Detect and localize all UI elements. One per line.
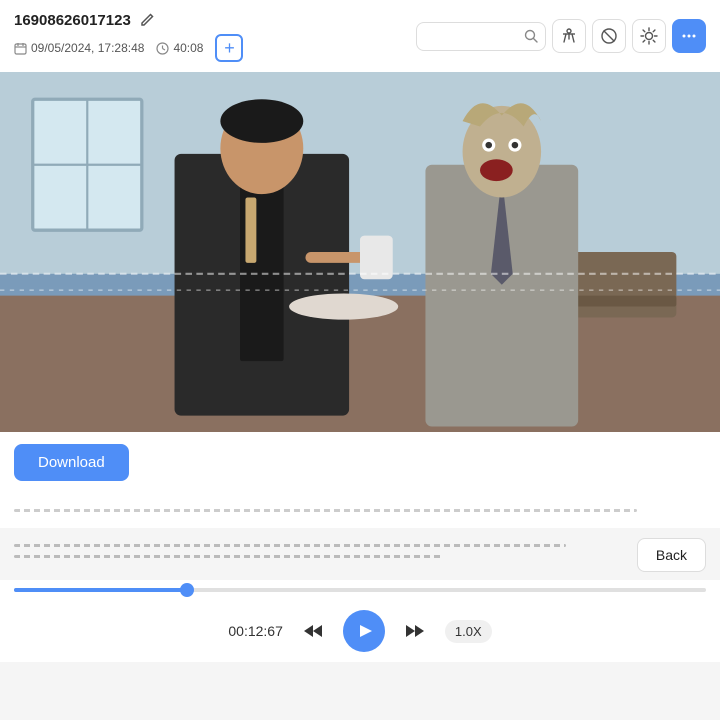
duration-meta: 40:08 [156,41,203,55]
header-left: 16908626017123 [14,10,243,30]
play-icon [354,621,374,641]
redacted-line-1 [14,509,637,512]
rewind-button[interactable] [301,619,325,643]
content-area: Download Back 00:12:67 [0,72,720,720]
progress-section [0,580,720,600]
header-right [416,19,706,53]
video-scene [0,72,720,432]
redacted-line-3 [14,555,443,558]
redacted-section-1 [0,493,720,528]
video-frame [0,72,720,432]
back-button[interactable]: Back [637,538,706,572]
video-container [0,72,720,432]
date-meta: 09/05/2024, 17:28:48 [14,41,144,55]
add-button[interactable]: + [215,34,243,62]
fast-forward-button[interactable] [403,619,427,643]
fast-forward-icon [403,619,427,643]
edit-record-button[interactable] [137,10,157,30]
text-area-redacted [14,538,627,564]
block-icon [600,27,618,45]
more-button[interactable] [672,19,706,53]
progress-fill [14,588,187,592]
rewind-icon [301,619,325,643]
play-button[interactable] [343,610,385,652]
playback-controls: 00:12:67 1.0X [0,600,720,662]
progress-track[interactable] [14,588,706,592]
clock-icon [156,42,169,55]
block-button[interactable] [592,19,626,53]
brightness-icon [640,27,658,45]
edit-icon [139,12,155,28]
date-value: 09/05/2024, 17:28:48 [31,41,144,55]
time-display: 00:12:67 [228,623,283,639]
more-icon [680,27,698,45]
search-wrap [416,22,546,51]
download-button[interactable]: Download [14,444,129,481]
accessibility-button[interactable] [552,19,586,53]
accessibility-icon [560,27,578,45]
progress-thumb[interactable] [180,583,194,597]
meta-row: 09/05/2024, 17:28:48 40:08 + [14,34,243,62]
brightness-button[interactable] [632,19,666,53]
redacted-line-2 [14,544,566,547]
search-input[interactable] [416,22,546,51]
duration-value: 40:08 [173,41,203,55]
calendar-icon [14,42,27,55]
record-id: 16908626017123 [14,12,131,29]
speed-button[interactable]: 1.0X [445,620,492,643]
download-section: Download [0,432,720,493]
text-area-section: Back [0,530,720,580]
header: 16908626017123 09/05/2024, 17:28:48 [0,0,720,72]
